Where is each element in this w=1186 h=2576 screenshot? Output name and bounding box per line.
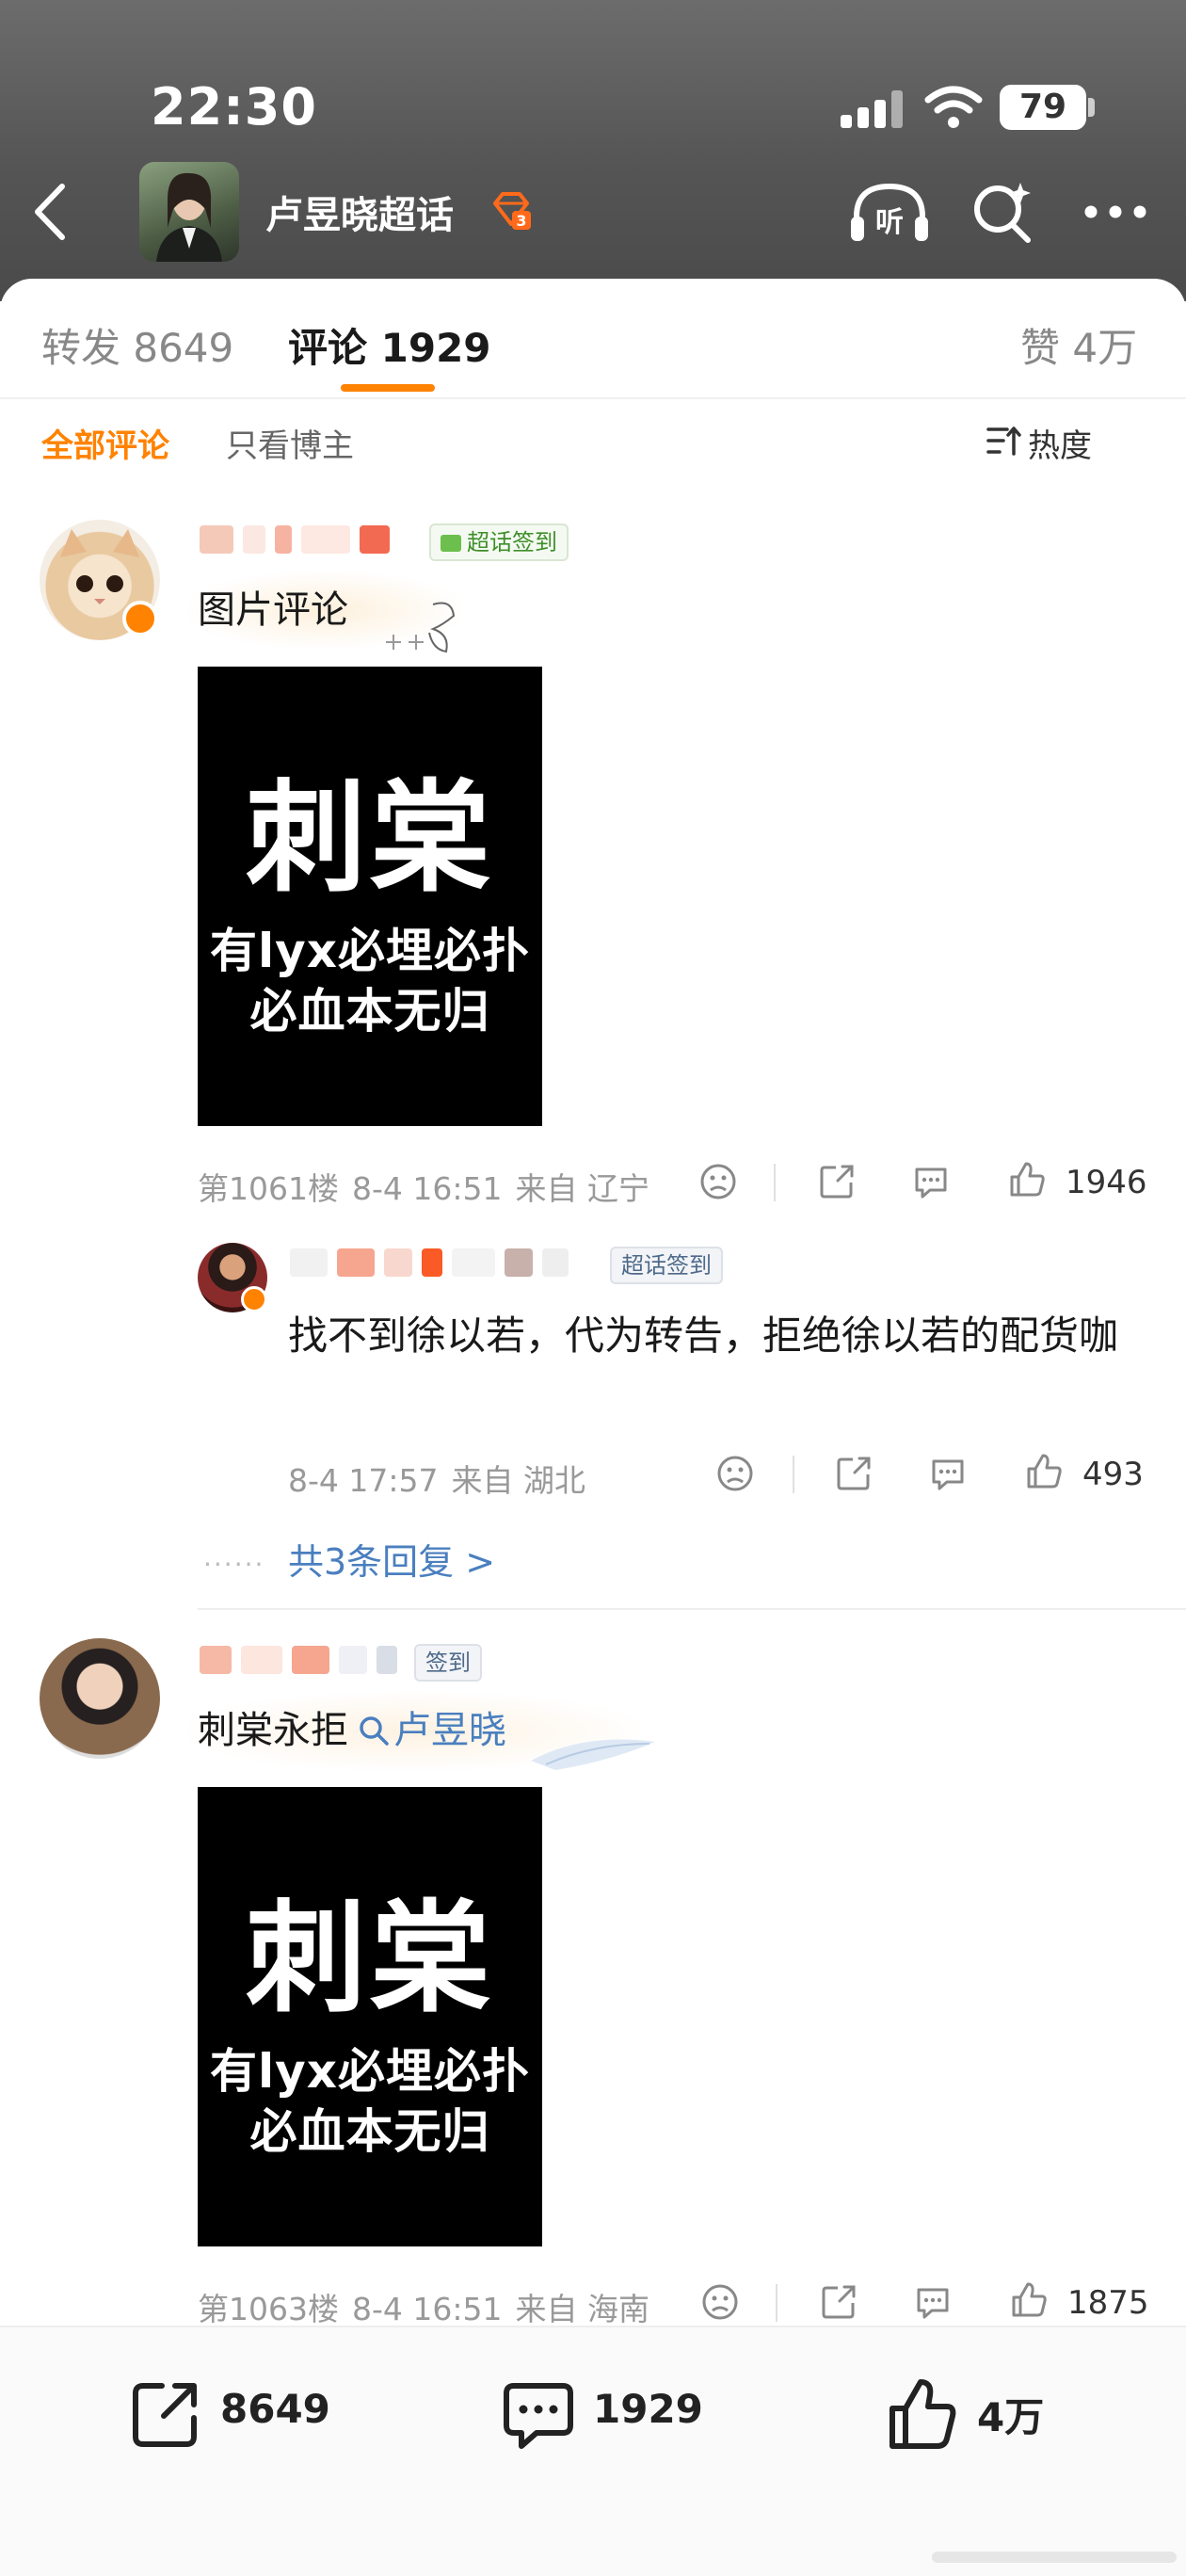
like-total-count[interactable]: 4万: [977, 2386, 1044, 2443]
battery-tip: [1088, 98, 1095, 117]
repost-icon[interactable]: [128, 2376, 203, 2452]
dislike-face-icon[interactable]: [715, 1454, 755, 1493]
tab-reposts[interactable]: 转发 8649: [41, 316, 233, 374]
like-icon[interactable]: [885, 2376, 960, 2452]
search-icon[interactable]: [970, 179, 1035, 245]
home-indicator: [932, 2552, 1177, 2563]
listen-headphones-icon[interactable]: 听: [849, 179, 930, 247]
dislike-face-icon[interactable]: [698, 1162, 738, 1201]
sort-icon[interactable]: [985, 422, 1022, 459]
back-arrow-icon[interactable]: [28, 179, 75, 245]
reply-meta: 8-4 17:57 来自 湖北: [288, 1456, 585, 1501]
reply-time: 8-4 17:57: [288, 1462, 439, 1499]
share-icon[interactable]: [817, 1162, 857, 1201]
listen-label: 听: [875, 206, 904, 239]
inline-search-icon: [360, 1716, 389, 1746]
like-thumb-icon[interactable]: [1007, 1160, 1047, 1199]
cellular-signal-icon: [841, 90, 906, 128]
comment-meta: 第1063楼 8-4 16:51 来自 海南: [198, 2284, 649, 2329]
comment-location: 来自 海南: [515, 2291, 649, 2327]
svg-text:3: 3: [516, 212, 526, 230]
image-line-1: 有lyx必埋必扑: [210, 2044, 530, 2099]
dislike-face-icon[interactable]: [700, 2282, 740, 2322]
reply-comment-icon[interactable]: [911, 1162, 951, 1201]
supertopic-checkin-tag: 签到: [414, 1644, 482, 1682]
comment-meta: 第1061楼 8-4 16:51 来自 辽宁: [198, 1164, 649, 1209]
comment-avatar[interactable]: [40, 1638, 160, 1759]
reply-username-blurred[interactable]: [290, 1248, 569, 1280]
reply-thread-dots: ······: [203, 1549, 265, 1580]
butterfly-decoration-icon: [386, 602, 456, 653]
comment-text: 图片评论: [198, 588, 348, 632]
topic-search-link[interactable]: 卢昱晓: [348, 1709, 506, 1752]
feather-decoration-icon: [531, 1739, 655, 1770]
action-divider: [776, 2284, 777, 2322]
supertopic-checkin-tag: 超话签到: [610, 1247, 723, 1284]
reply-location: 来自 湖北: [451, 1462, 586, 1499]
tab-bar: 转发 8649 评论 1929 赞 4万: [0, 279, 1186, 399]
verified-badge-icon: [241, 1286, 267, 1312]
supertopic-checkin-tag: 超话签到: [429, 523, 569, 561]
level-diamond-badge-icon: 3: [493, 192, 531, 230]
username-blurred[interactable]: [200, 1646, 397, 1678]
like-count: 493: [1082, 1456, 1144, 1493]
supertopic-avatar[interactable]: [139, 162, 239, 262]
like-thumb-icon[interactable]: [1024, 1452, 1064, 1491]
username-blurred[interactable]: [200, 525, 390, 557]
comment-image[interactable]: 刺棠 有lyx必埋必扑 必血本无归: [198, 667, 542, 1126]
comment-time: 8-4 16:51: [351, 1170, 503, 1207]
comment-time: 8-4 16:51: [351, 2291, 503, 2327]
image-title-text: 刺棠: [245, 1889, 494, 2029]
supertopic-title[interactable]: 卢昱晓超话: [265, 185, 454, 239]
share-icon[interactable]: [834, 1454, 873, 1493]
share-icon[interactable]: [819, 2282, 858, 2322]
comment-divider: [198, 1608, 1186, 1610]
tab-comments[interactable]: 评论 1929: [288, 316, 491, 374]
image-line-2: 必血本无归: [249, 984, 490, 1038]
like-thumb-icon[interactable]: [1009, 2280, 1049, 2320]
active-tab-indicator: [341, 384, 435, 392]
verified-badge-icon: [122, 601, 158, 636]
comment-icon[interactable]: [501, 2376, 576, 2452]
reply-text: 找不到徐以若，代为转告，拒绝徐以若的配货咖: [288, 1312, 1119, 1359]
action-divider: [774, 1164, 776, 1201]
status-time: 22:30: [151, 77, 317, 137]
action-divider: [793, 1456, 794, 1493]
floor-number: 第1063楼: [198, 2291, 339, 2327]
comments-sheet: 转发 8649 评论 1929 赞 4万 全部评论 只看博主 热度: [0, 279, 1186, 2576]
battery-indicator: 79: [1000, 85, 1086, 130]
image-line-1: 有lyx必埋必扑: [210, 924, 530, 978]
sort-by-hot[interactable]: 热度: [1028, 420, 1092, 466]
comment-image[interactable]: 刺棠 有lyx必埋必扑 必血本无归: [198, 1787, 542, 2246]
reply-comment-icon[interactable]: [928, 1454, 968, 1493]
wifi-icon: [924, 86, 983, 128]
tab-likes[interactable]: 赞 4万: [1020, 316, 1137, 374]
view-all-replies-link[interactable]: 共3条回复 >: [288, 1533, 495, 1585]
more-options-icon[interactable]: [1082, 203, 1148, 220]
like-count: 1875: [1067, 2284, 1149, 2322]
image-title-text: 刺棠: [245, 768, 494, 909]
comment-location: 来自 辽宁: [515, 1170, 649, 1207]
repost-count[interactable]: 8649: [220, 2386, 330, 2432]
comment-text: 刺棠永拒 卢昱晓: [198, 1709, 506, 1752]
filter-owner-only[interactable]: 只看博主: [226, 420, 354, 466]
reply-comment-icon[interactable]: [913, 2282, 953, 2322]
floor-number: 第1061楼: [198, 1170, 339, 1207]
image-line-2: 必血本无归: [249, 2104, 490, 2159]
comment-count[interactable]: 1929: [593, 2386, 703, 2432]
filter-all-comments[interactable]: 全部评论: [41, 420, 169, 466]
like-count: 1946: [1066, 1164, 1147, 1201]
